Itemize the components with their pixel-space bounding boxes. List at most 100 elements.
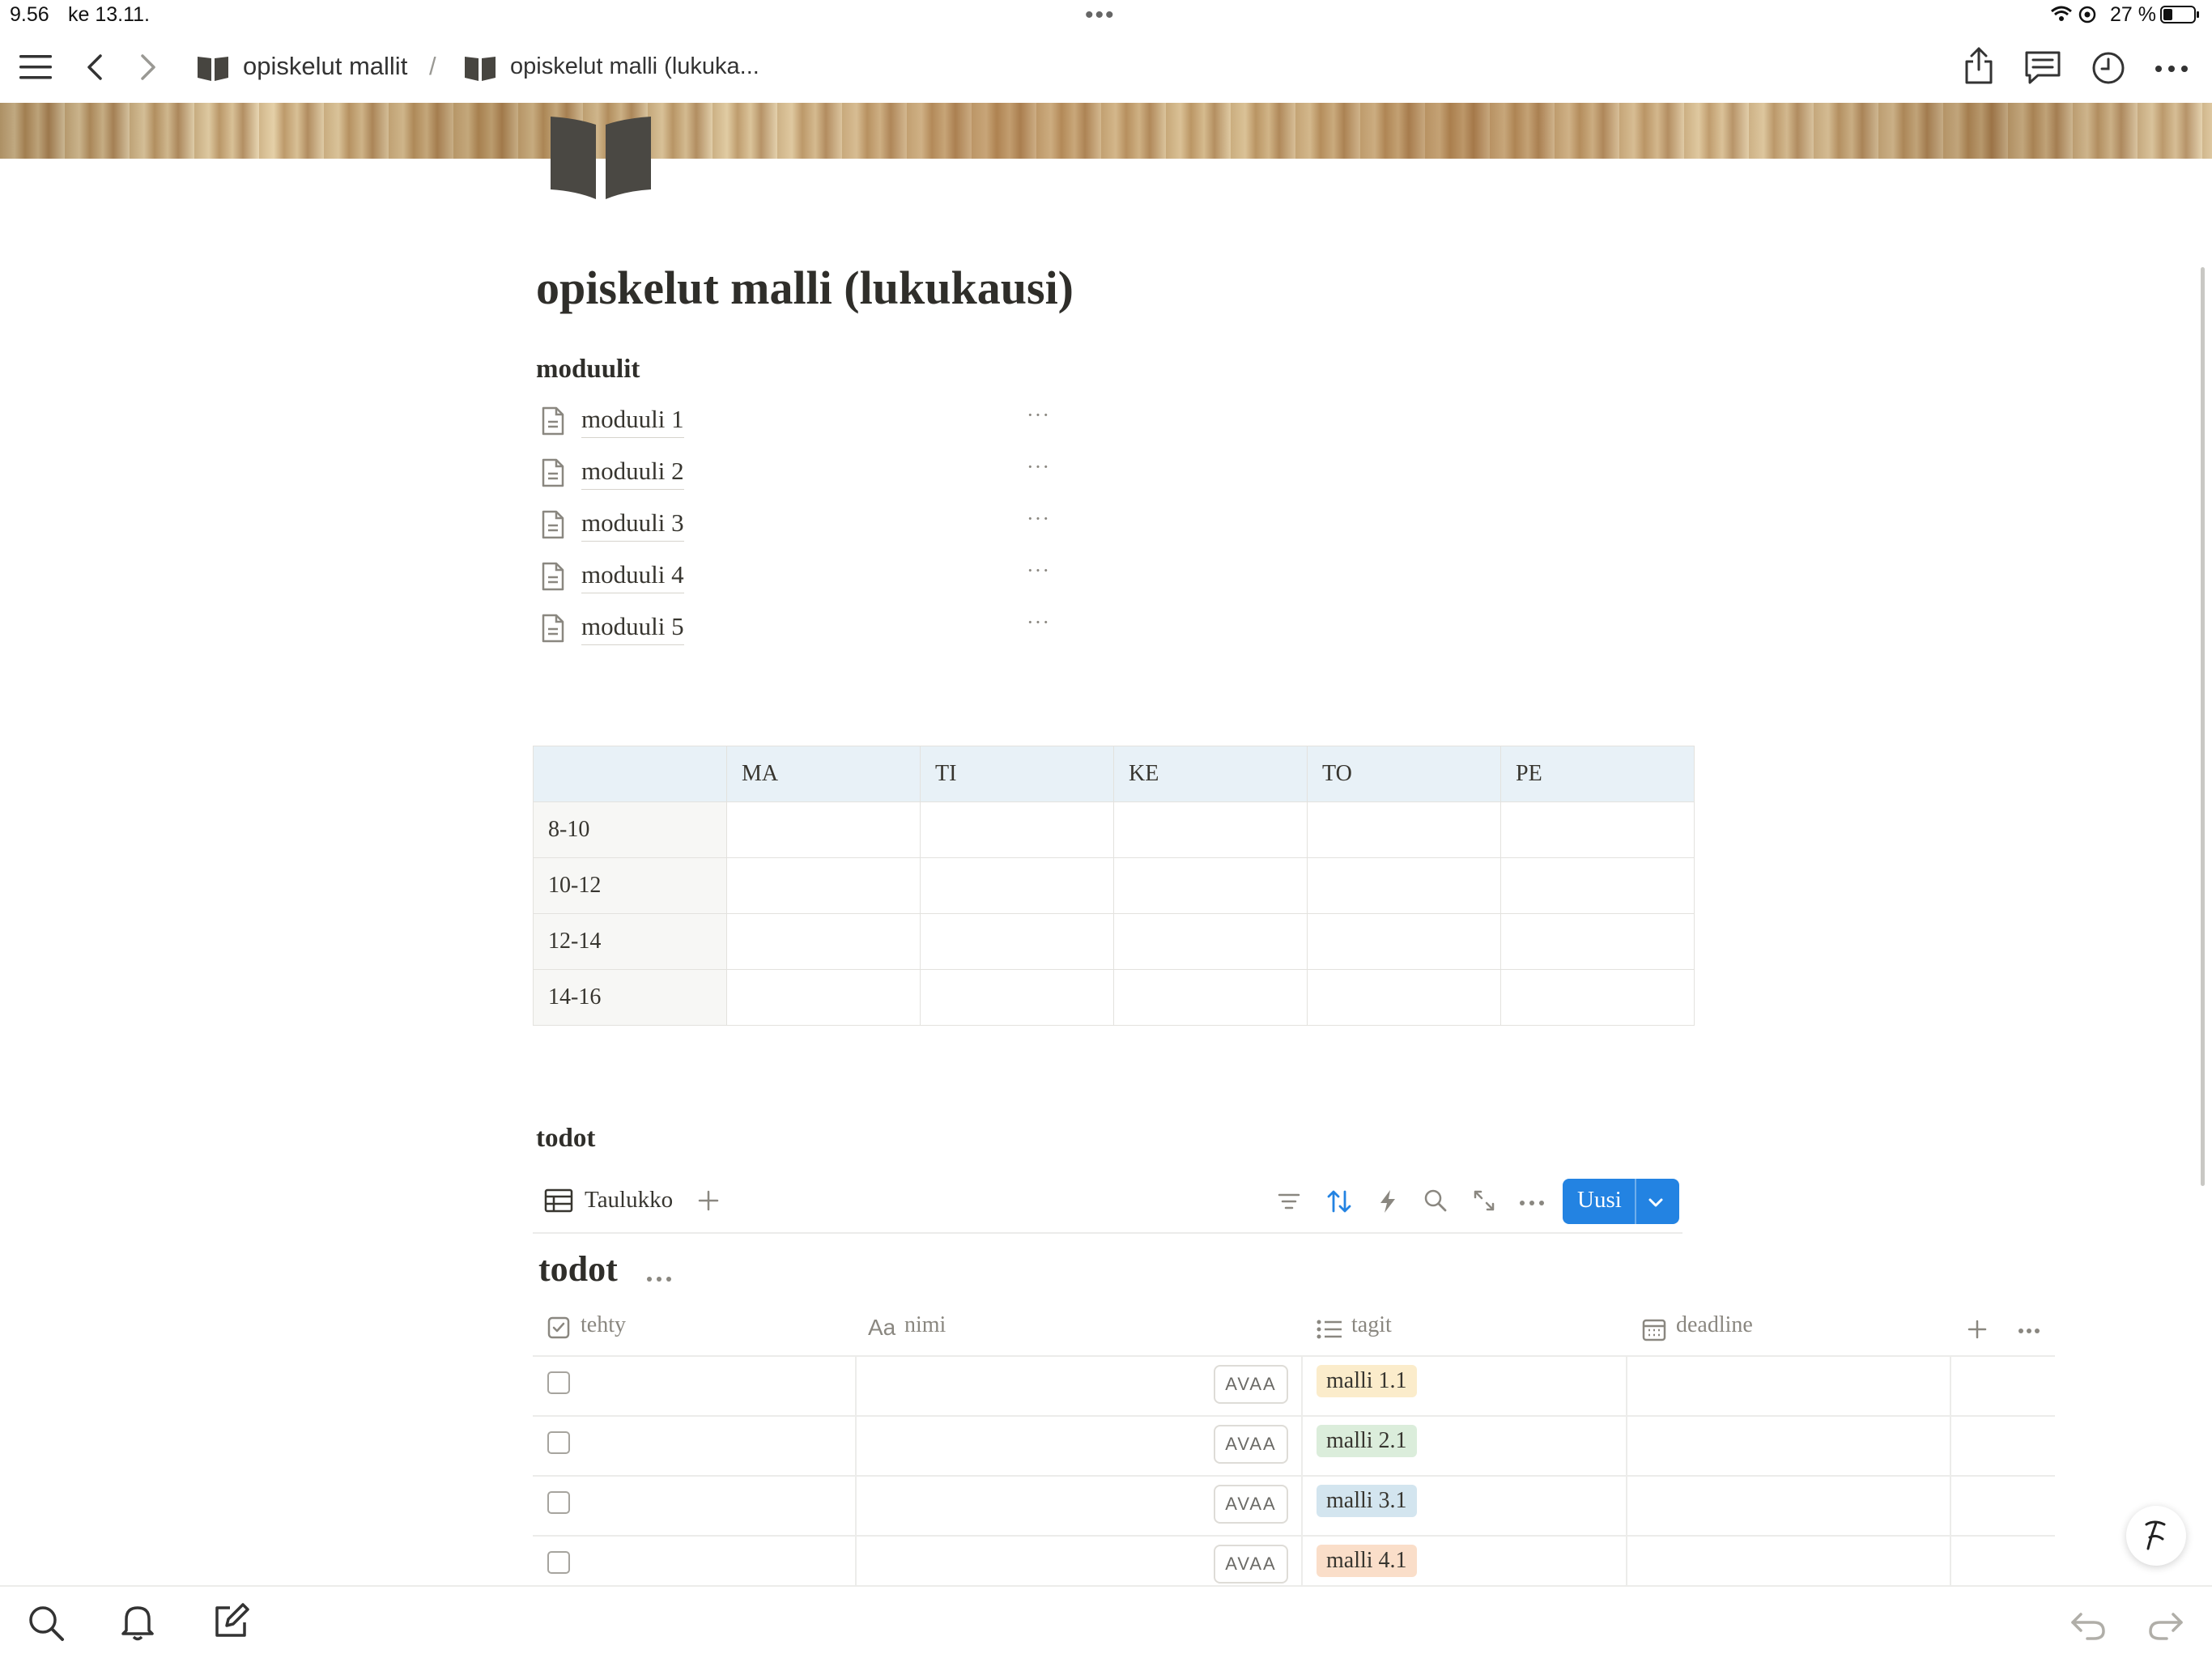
history-icon[interactable] [2091,50,2126,90]
open-button[interactable]: AVAA [1214,1545,1288,1584]
new-entry-button[interactable]: Uusi [1563,1179,1679,1224]
schedule-header-cell[interactable]: MA [726,746,921,802]
page-book-icon[interactable] [549,117,653,203]
page-cover-image[interactable] [0,103,2212,159]
new-page-icon[interactable] [212,1601,251,1644]
module-label: moduuli 2 [581,457,684,490]
ai-assistant-button[interactable] [2126,1506,2186,1566]
schedule-cell[interactable] [1113,801,1308,858]
schedule-time-cell[interactable]: 14-16 [533,969,727,1026]
todo-checkbox[interactable] [547,1371,570,1394]
module-link[interactable]: moduuli 1 ··· [541,402,1059,444]
schedule-cell[interactable] [920,969,1114,1026]
module-link[interactable]: moduuli 3 ··· [541,505,1059,547]
schedule-cell[interactable] [1113,969,1308,1026]
schedule-time-cell[interactable]: 12-14 [533,913,727,970]
search-icon[interactable] [28,1605,65,1646]
add-view-icon[interactable] [698,1190,719,1215]
more-icon[interactable]: ··· [1027,559,1050,583]
modules-heading[interactable]: moduulit [536,355,640,385]
undo-icon[interactable] [2069,1609,2107,1646]
multitasking-dots-icon[interactable]: ••• [1085,2,1116,29]
add-property-icon[interactable] [1967,1320,1987,1343]
todo-checkbox[interactable] [547,1431,570,1454]
tag-chip[interactable]: malli 2.1 [1317,1425,1417,1457]
todo-checkbox[interactable] [547,1491,570,1514]
schedule-cell[interactable] [1500,969,1695,1026]
column-header-done[interactable]: tehty [581,1312,626,1338]
back-icon[interactable] [84,53,105,85]
page-title[interactable]: opiskelut malli (lukukausi) [536,261,1074,315]
schedule-cell[interactable] [726,857,921,914]
document-icon [541,614,565,647]
schedule-cell[interactable] [726,801,921,858]
schedule-header-cell[interactable]: KE [1113,746,1308,802]
more-options-icon[interactable] [2154,63,2189,78]
schedule-cell[interactable] [1113,913,1308,970]
text-property-icon: Aa [868,1315,896,1340]
schedule-cell[interactable] [726,913,921,970]
schedule-cell[interactable] [1307,969,1501,1026]
sidebar-menu-icon[interactable] [19,53,52,85]
open-button[interactable]: AVAA [1214,1485,1288,1524]
module-link[interactable]: moduuli 5 ··· [541,609,1059,651]
schedule-cell[interactable] [920,857,1114,914]
properties-more-icon[interactable] [2018,1324,2040,1339]
schedule-cell[interactable] [920,801,1114,858]
share-icon[interactable] [1963,45,1995,90]
todo-checkbox[interactable] [547,1551,570,1574]
wifi-icon [2050,5,2073,27]
column-header-deadline[interactable]: deadline [1676,1312,1753,1338]
schedule-cell[interactable] [726,969,921,1026]
open-button[interactable]: AVAA [1214,1365,1288,1404]
document-icon [541,562,565,595]
tag-chip[interactable]: malli 3.1 [1317,1485,1417,1517]
schedule-cell[interactable] [920,913,1114,970]
schedule-table: MA TI KE TO PE 8-10 10-12 12-14 14-16 [533,746,1695,1026]
chevron-down-icon[interactable] [1647,1192,1665,1218]
more-icon[interactable]: ··· [1027,507,1050,531]
schedule-cell[interactable] [1500,913,1695,970]
battery-icon [2160,5,2201,28]
search-icon[interactable] [1423,1188,1448,1217]
schedule-cell[interactable] [1307,801,1501,858]
database-more-icon[interactable] [646,1273,672,1287]
module-link[interactable]: moduuli 2 ··· [541,453,1059,495]
expand-icon[interactable] [1472,1188,1496,1217]
schedule-cell[interactable] [1500,857,1695,914]
schedule-header-cell[interactable] [533,746,727,802]
column-header-name[interactable]: nimi [904,1312,946,1338]
comments-icon[interactable] [2024,50,2061,90]
document-icon [541,510,565,543]
schedule-header-cell[interactable]: TI [920,746,1114,802]
view-tab-table[interactable]: Taulukko [585,1187,673,1214]
more-icon[interactable]: ··· [1027,610,1050,635]
forward-icon[interactable] [138,53,159,85]
schedule-time-cell[interactable]: 10-12 [533,857,727,914]
tag-chip[interactable]: malli 4.1 [1317,1545,1417,1577]
schedule-cell[interactable] [1307,857,1501,914]
sort-icon[interactable] [1326,1188,1352,1218]
automation-bolt-icon[interactable] [1378,1188,1397,1218]
tag-chip[interactable]: malli 1.1 [1317,1365,1417,1397]
schedule-cell[interactable] [1500,801,1695,858]
schedule-header-cell[interactable]: TO [1307,746,1501,802]
more-icon[interactable]: ··· [1027,403,1050,427]
view-more-icon[interactable] [1519,1197,1545,1211]
breadcrumb-current[interactable]: opiskelut malli (lukuka... [510,53,759,80]
open-button[interactable]: AVAA [1214,1425,1288,1464]
database-title[interactable]: todot [538,1248,618,1290]
schedule-cell[interactable] [1307,913,1501,970]
schedule-time-cell[interactable]: 8-10 [533,801,727,858]
schedule-cell[interactable] [1113,857,1308,914]
module-link[interactable]: moduuli 4 ··· [541,557,1059,599]
bell-icon[interactable] [120,1603,155,1646]
filter-icon[interactable] [1278,1192,1300,1215]
page-scrollbar[interactable] [2201,267,2205,1186]
redo-icon[interactable] [2147,1609,2184,1646]
breadcrumb-parent[interactable]: opiskelut mallit [243,52,407,81]
schedule-header-cell[interactable]: PE [1500,746,1695,802]
column-header-tags[interactable]: tagit [1351,1312,1392,1338]
more-icon[interactable]: ··· [1027,455,1050,479]
todos-heading[interactable]: todot [536,1124,595,1154]
